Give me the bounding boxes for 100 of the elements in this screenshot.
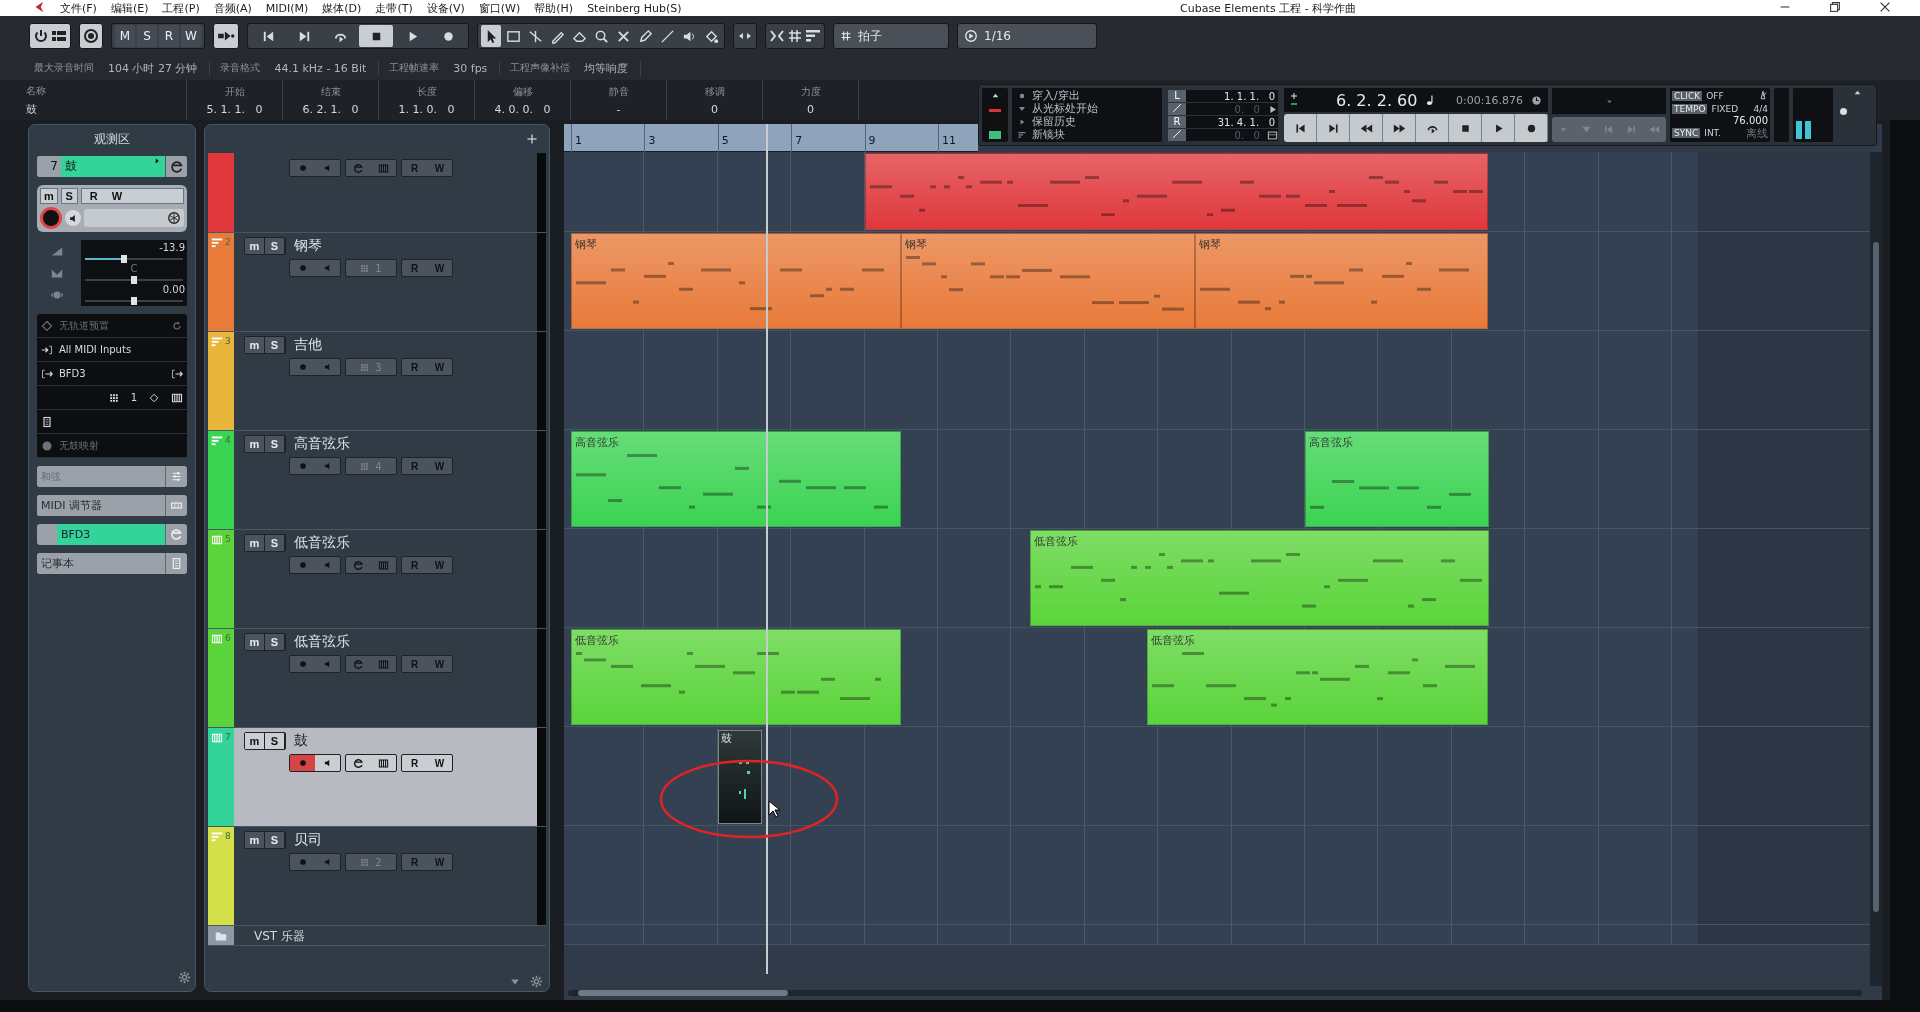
track-header[interactable]: m S 鼓 R W <box>234 728 537 826</box>
menu-item[interactable]: 文件(F) <box>60 0 97 16</box>
record-mode-option[interactable]: 从光标处开始 <box>1032 102 1098 115</box>
track-name[interactable]: 贝司 <box>294 831 322 849</box>
menu-item[interactable]: 工程(P) <box>162 0 200 16</box>
range-tool-icon[interactable] <box>505 28 521 44</box>
power-icon[interactable] <box>33 28 49 44</box>
time-signature[interactable]: 4/4 <box>1753 104 1768 114</box>
midi-part[interactable]: 低音弦乐 <box>571 629 902 725</box>
record-mode-icon[interactable] <box>83 28 99 44</box>
solo-button[interactable]: S <box>60 188 78 204</box>
solo-button[interactable]: S <box>265 535 285 551</box>
mute-tool-icon[interactable] <box>615 28 631 44</box>
record-mode-option[interactable]: 保留历史 <box>1032 115 1076 128</box>
inspector-section-button[interactable]: BFD3 <box>37 524 187 545</box>
midi-part[interactable]: 高音弦乐 <box>1305 431 1489 527</box>
solo-button[interactable]: S <box>265 238 285 254</box>
zoom-tool-icon[interactable] <box>593 28 609 44</box>
automation-button[interactable]: R W <box>80 188 184 204</box>
settings-icon[interactable] <box>178 971 191 984</box>
menu-item[interactable]: MIDI(M) <box>265 1 309 15</box>
mute-button[interactable]: m <box>245 733 265 749</box>
info-value[interactable]: 0 <box>711 102 718 116</box>
metronome-icon[interactable] <box>1758 90 1768 100</box>
menu-item[interactable]: 走带(T) <box>375 0 413 16</box>
menu-item[interactable]: 媒体(D) <box>322 0 362 16</box>
sync-button[interactable]: SYNC <box>1672 128 1701 138</box>
menu-item[interactable]: 音频(A) <box>213 0 252 16</box>
color-tool-icon[interactable] <box>703 28 719 44</box>
list-icon[interactable] <box>51 28 67 44</box>
tempo-value[interactable]: 76.000 <box>1672 116 1768 126</box>
track-slider-field[interactable] <box>84 209 184 227</box>
collapse-icon[interactable] <box>1853 88 1862 97</box>
timeline-ruler[interactable]: 1 3 5 7 9 11 <box>564 124 978 152</box>
settings-icon[interactable] <box>530 975 543 988</box>
bank-icon[interactable] <box>41 415 53 428</box>
record-mode-option[interactable]: 新镜块 <box>1032 128 1065 141</box>
playhead-line[interactable] <box>765 124 768 974</box>
volume-slider[interactable] <box>85 258 183 261</box>
preroll-icon[interactable] <box>1267 103 1278 115</box>
menu-item[interactable]: Steinberg Hub(S) <box>587 1 682 15</box>
midi-input-field[interactable]: All MIDI Inputs <box>59 344 132 355</box>
inspector-section-button[interactable]: 记事本 <box>37 553 187 574</box>
solo-button[interactable]: S <box>265 733 285 749</box>
level-knob[interactable] <box>1840 108 1847 115</box>
menu-item[interactable]: 帮助(H) <box>534 0 574 16</box>
horizontal-scrollbar[interactable] <box>568 990 1862 996</box>
mute-button[interactable]: m <box>245 634 265 650</box>
menu-item[interactable]: 设备(V) <box>426 0 465 16</box>
midi-part[interactable]: 钢琴 <box>571 233 902 329</box>
position-display[interactable]: 6. 2. 2. 60 <box>1336 90 1418 110</box>
automation-toggle-button[interactable]: W <box>181 25 201 47</box>
quantize-dropdown[interactable]: 1/16 <box>957 23 1097 49</box>
solo-button[interactable]: S <box>265 832 285 848</box>
line-tool-icon[interactable] <box>659 28 675 44</box>
midi-part[interactable]: 低音弦乐 <box>1029 530 1489 626</box>
mute-button[interactable]: m <box>245 436 265 452</box>
tempo-button[interactable]: TEMPO <box>1672 104 1708 114</box>
track-name[interactable]: 高音弦乐 <box>294 435 350 453</box>
midi-part[interactable]: 钢琴 <box>901 233 1195 329</box>
collapse-icon[interactable] <box>990 91 1000 100</box>
grid-icon[interactable] <box>787 28 803 44</box>
add-track-icon[interactable] <box>526 133 538 145</box>
info-value[interactable]: - <box>616 102 621 116</box>
edit-instrument-button[interactable] <box>165 156 187 177</box>
automation-toggle-button[interactable]: S <box>137 25 157 47</box>
mute-button[interactable]: m <box>245 238 265 254</box>
record-enable-button[interactable] <box>290 755 315 771</box>
midi-output-field[interactable]: BFD3 <box>59 368 86 379</box>
draw-tool-icon[interactable] <box>637 28 653 44</box>
marker-icon[interactable] <box>1580 124 1592 135</box>
info-value[interactable]: 0 <box>807 102 814 116</box>
write-automation-button[interactable]: W <box>427 755 452 771</box>
locator-value[interactable]: 31. 4. 1. 0 <box>1190 116 1278 128</box>
go-to-end-icon[interactable] <box>1326 121 1340 135</box>
track-name[interactable]: 低音弦乐 <box>294 534 350 552</box>
solo-button[interactable]: S <box>265 436 285 452</box>
restore-icon[interactable] <box>1828 0 1842 14</box>
inspector-section-button[interactable]: MIDI 调节器 <box>37 495 187 516</box>
track-name-field[interactable]: 鼓 <box>61 156 165 177</box>
midi-part[interactable]: 低音弦乐 <box>1147 629 1489 725</box>
mute-button[interactable]: m <box>245 832 265 848</box>
monitor-button[interactable] <box>65 210 81 226</box>
scrollbar-thumb[interactable] <box>1873 242 1879 912</box>
mute-button[interactable]: m <box>40 188 58 204</box>
automation-toggle-button[interactable]: M <box>115 25 135 47</box>
info-value[interactable]: 4. 0. 0. 0 <box>494 102 551 116</box>
go-to-start-icon[interactable] <box>1293 121 1307 135</box>
keyboard-icon[interactable] <box>171 391 183 404</box>
menu-item[interactable]: 编辑(E) <box>110 0 149 16</box>
mute-button[interactable]: m <box>245 337 265 353</box>
read-automation-button[interactable]: R <box>402 755 427 771</box>
info-value[interactable]: 6. 2. 1. 0 <box>302 102 359 116</box>
snap-type-icon[interactable] <box>805 28 821 44</box>
marker-icon[interactable] <box>1649 124 1661 135</box>
track-header[interactable]: m S 低音弦乐 R W <box>234 629 537 727</box>
right-locator-button[interactable]: R <box>1168 116 1186 128</box>
snap-to-zero-icon[interactable] <box>769 28 785 44</box>
info-value[interactable]: 5. 1. 1. 0 <box>206 102 263 116</box>
split-tool-icon[interactable] <box>527 28 543 44</box>
